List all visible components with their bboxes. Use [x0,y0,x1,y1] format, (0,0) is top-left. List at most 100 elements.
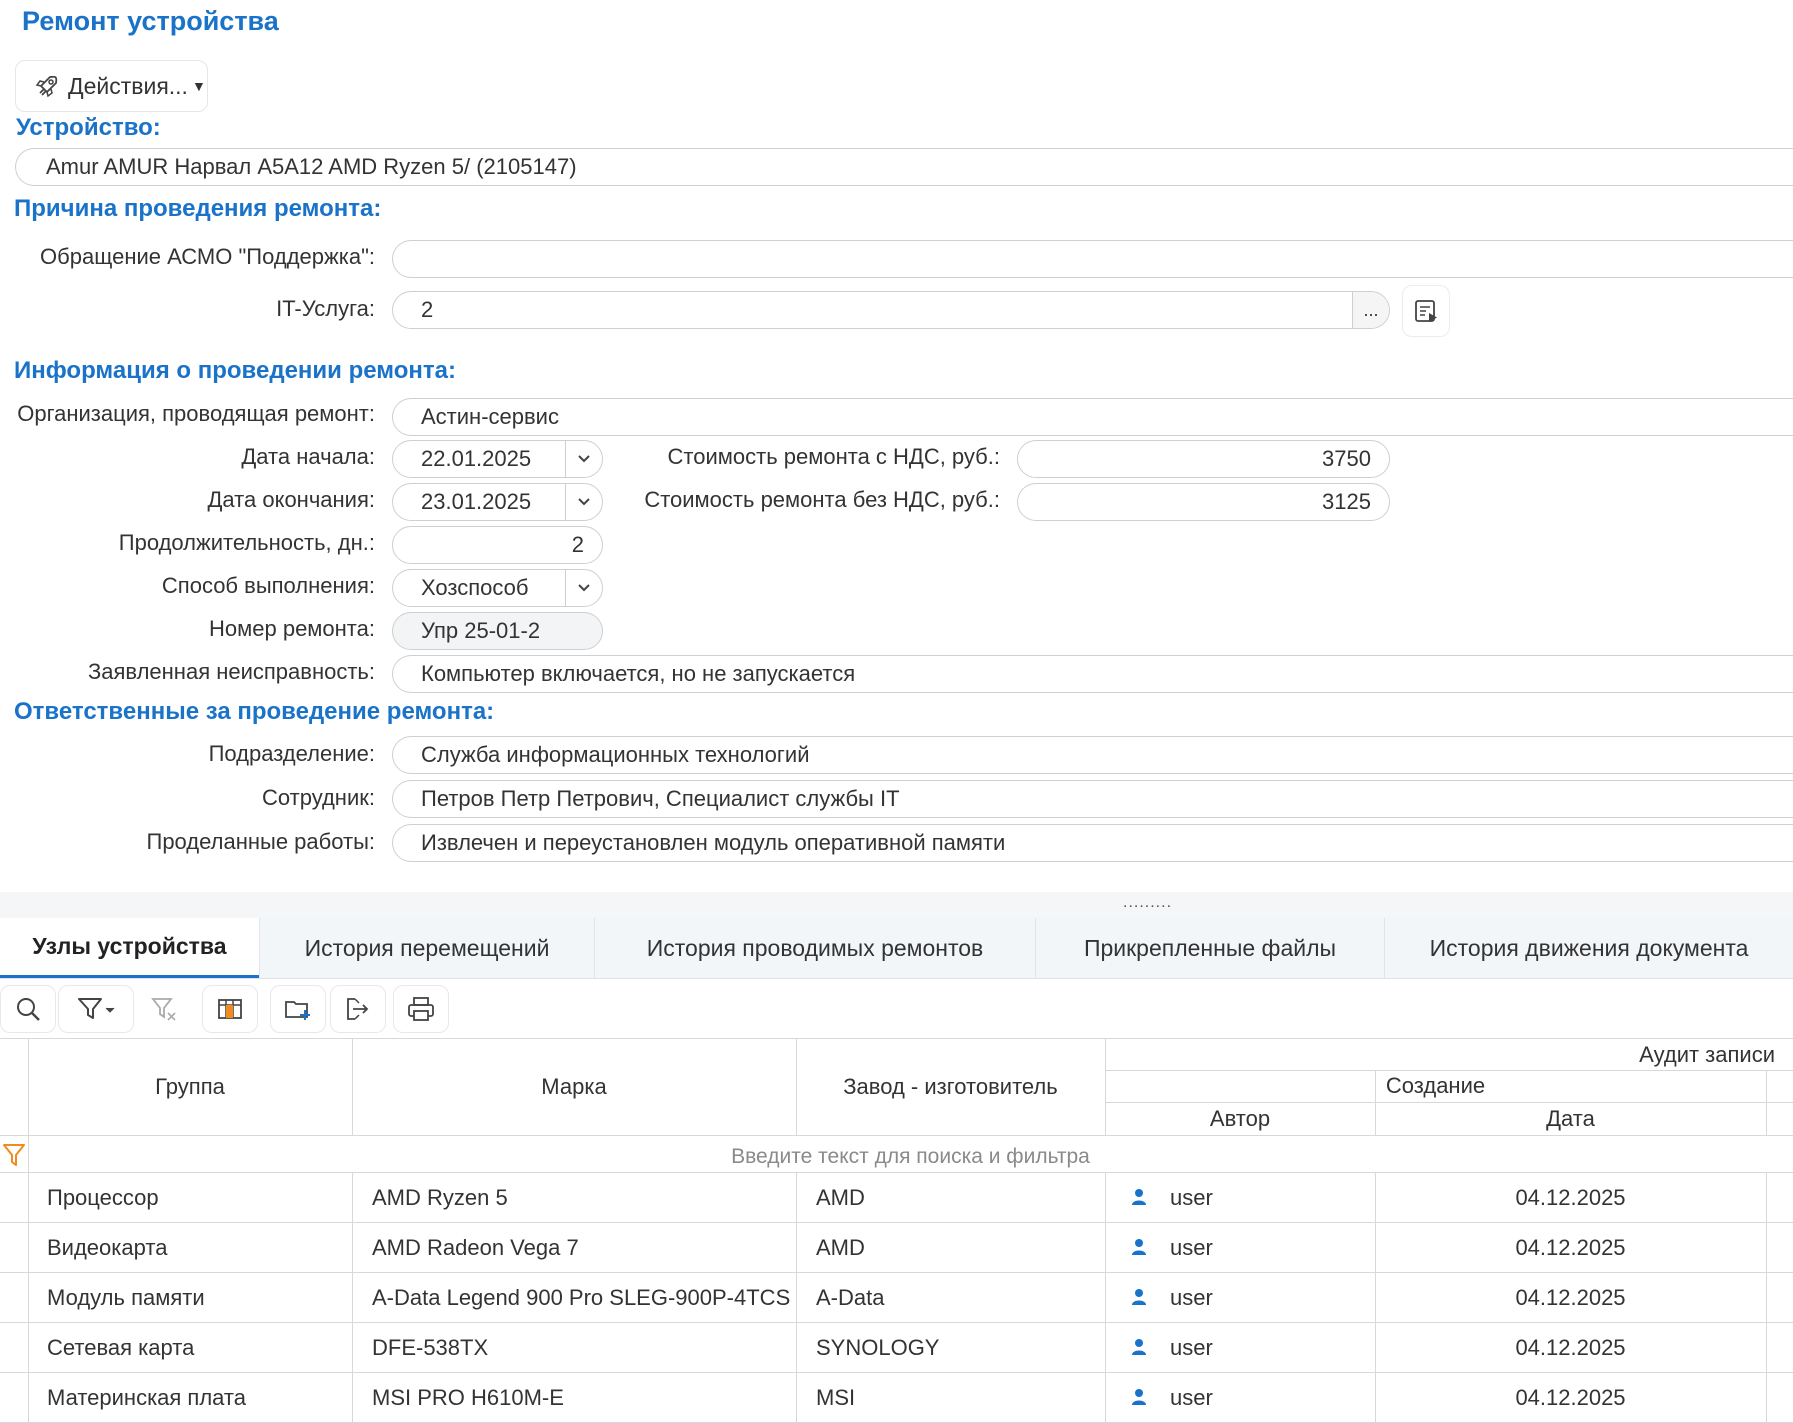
org-label: Организация, проводящая ремонт: [17,401,375,426]
filter-row-icon [3,1144,25,1166]
it-service-label: IT-Услуга: [276,296,375,321]
chevron-down-icon[interactable] [565,484,602,520]
cell-group: Модуль памяти [47,1285,205,1310]
cost-novat-field[interactable]: 3125 [1017,483,1390,521]
cell-author: user [1170,1235,1213,1260]
it-service-field[interactable]: 2 ... [392,291,1390,329]
cell-author: user [1170,1285,1213,1310]
dept-field[interactable]: Служба информационных технологий [392,736,1793,774]
org-field[interactable]: Астин-сервис [392,398,1793,436]
it-service-value: 2 [421,297,434,322]
panel-splitter[interactable]: ......... [0,892,1793,918]
section-info: Информация о проведении ремонта: [14,357,456,384]
columns-icon [218,999,242,1019]
open-service-button[interactable] [1402,285,1450,337]
clear-filter-button[interactable] [136,985,192,1033]
page-title: Ремонт устройства [22,6,279,36]
end-date-label: Дата окончания: [207,487,375,512]
cost-vat-field[interactable]: 3750 [1017,440,1390,478]
device-nodes-grid: Группа Марка Завод - изготовитель Аудит … [0,1038,1793,1423]
actions-button[interactable]: Действия... ▼ [15,60,208,112]
chevron-down-icon[interactable] [565,441,602,477]
method-value: Хозспособ [421,575,529,600]
start-date-label: Дата начала: [241,444,375,469]
rocket-icon [35,75,58,98]
cell-brand: DFE-538TX [372,1335,489,1360]
user-icon [1132,1289,1146,1305]
caret-down-icon: ▼ [191,78,206,94]
user-icon [1132,1189,1146,1205]
cell-maker: SYNOLOGY [816,1335,940,1360]
end-date-field[interactable]: 23.01.2025 [392,483,603,521]
cell-author: user [1170,1185,1213,1210]
tab-attached-files[interactable]: Прикрепленные файлы [1036,918,1384,978]
table-row[interactable]: Сетевая карта DFE-538TX SYNOLOGY 04.12.2025… [0,1323,1793,1373]
cell-brand: A-Data Legend 900 Pro SLEG-900P-4TCS [372,1285,791,1310]
employee-field[interactable]: Петров Петр Петрович, Специалист службы … [392,780,1793,818]
works-field[interactable]: Извлечен и переустановлен модуль операти… [392,824,1793,862]
col-header-author[interactable]: Автор [1105,1102,1375,1135]
export-button[interactable] [330,985,386,1033]
table-row[interactable]: Видеокарта AMD Radeon Vega 7 AMD 04.12.2025… [0,1223,1793,1273]
end-date-value: 23.01.2025 [421,489,532,514]
col-header-date[interactable]: Дата [1375,1102,1766,1135]
add-folder-button[interactable] [270,985,326,1033]
folder-add-icon [285,1001,310,1020]
col-header-maker[interactable]: Завод - изготовитель [796,1039,1105,1135]
print-button[interactable] [393,985,449,1033]
repair-number-field: Упр 25-01-2 [392,612,603,650]
tab-bar: Узлы устройства История перемещений Исто… [0,918,1793,979]
cell-date: 04.12.2025 [1515,1285,1626,1310]
start-date-field[interactable]: 22.01.2025 [392,440,603,478]
table-row[interactable]: Процессор AMD Ryzen 5 AMD 04.12.2025 user [0,1173,1793,1223]
appeal-label: Обращение АСМО "Поддержка": [40,244,375,269]
device-field[interactable]: Amur AMUR Нарвал A5A12 AMD Ryzen 5/ (210… [15,148,1793,186]
start-date-value: 22.01.2025 [421,446,532,471]
cell-group: Видеокарта [47,1235,168,1260]
splitter-grip[interactable]: ......... [1123,894,1172,912]
cell-maker: AMD [816,1185,865,1210]
tab-repair-history[interactable]: История проводимых ремонтов [595,918,1035,978]
dept-label: Подразделение: [208,741,375,766]
user-icon [1132,1389,1146,1405]
search-icon [17,998,40,1021]
search-button[interactable] [0,985,56,1033]
appeal-field[interactable] [392,240,1793,278]
chevron-down-icon[interactable] [565,570,602,606]
cell-brand: MSI PRO H610M-E [372,1385,564,1410]
document-play-icon [1415,300,1437,322]
actions-button-label: Действия... [68,72,188,99]
cell-group: Материнская плата [47,1385,246,1410]
tab-movement-history[interactable]: История перемещений [260,918,594,978]
filter-button[interactable] [58,985,134,1033]
table-row[interactable]: Модуль памяти A-Data Legend 900 Pro SLEG-… [0,1273,1793,1323]
cell-date: 04.12.2025 [1515,1185,1626,1210]
cost-novat-label: Стоимость ремонта без НДС, руб.: [644,487,1000,512]
works-label: Проделанные работы: [146,829,376,854]
select-dots-button[interactable]: ... [1352,292,1389,328]
fault-label: Заявленная неисправность: [87,659,375,684]
columns-button[interactable] [202,985,258,1033]
tab-device-nodes[interactable]: Узлы устройства [0,918,259,978]
section-responsible: Ответственные за проведение ремонта: [14,698,495,725]
cell-brand: AMD Ryzen 5 [372,1185,508,1210]
section-device: Устройство: [16,114,161,141]
method-select[interactable]: Хозспособ [392,569,603,607]
fault-field[interactable]: Компьютер включается, но не запускается [392,655,1793,693]
cell-date: 04.12.2025 [1515,1335,1626,1360]
cell-group: Процессор [47,1185,159,1210]
tab-document-history[interactable]: История движения документа [1385,918,1793,978]
user-icon [1132,1339,1146,1355]
export-icon [347,998,369,1020]
duration-label: Продолжительность, дн.: [118,530,375,555]
method-label: Способ выполнения: [161,573,375,598]
filter-row-input[interactable]: Введите текст для поиска и фильтра [28,1145,1793,1169]
col-header-creation: Создание [1385,1073,1486,1098]
cell-brand: AMD Radeon Vega 7 [372,1235,579,1260]
duration-field[interactable]: 2 [392,526,603,564]
table-row[interactable]: Материнская плата MSI PRO H610M-E MSI 04.12… [0,1373,1793,1423]
col-header-group[interactable]: Группа [28,1039,352,1135]
user-icon [1132,1239,1146,1255]
col-header-brand[interactable]: Марка [352,1039,796,1135]
col-header-audit: Аудит записи [1639,1041,1775,1067]
